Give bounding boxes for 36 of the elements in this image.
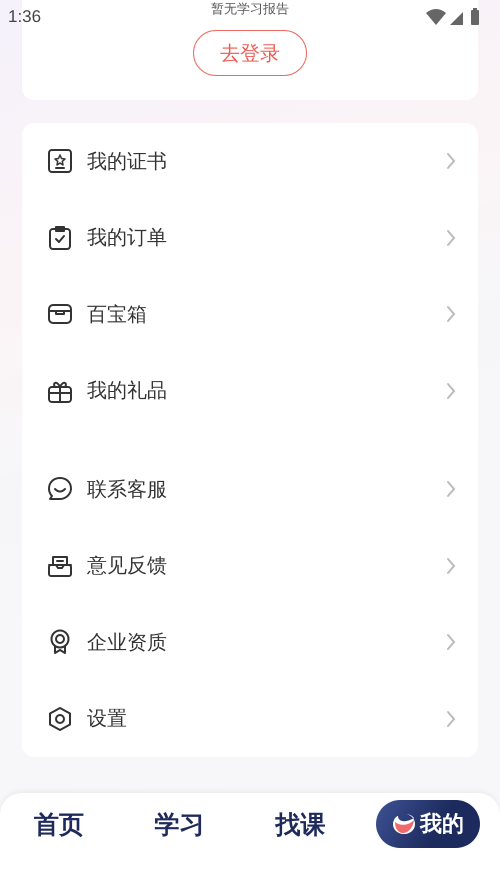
chevron-icon: [446, 382, 456, 400]
report-text: 暂无学习报告: [211, 2, 289, 18]
chat-icon: [47, 476, 73, 502]
chevron-icon: [446, 152, 456, 170]
chevron-icon: [446, 556, 456, 575]
menu-item[interactable]: 我的证书: [22, 123, 478, 200]
nav-tab[interactable]: 首页: [14, 800, 104, 848]
chevron-icon: [446, 228, 456, 247]
status-icons: [426, 8, 482, 26]
menu-label: 我的礼品: [87, 377, 168, 404]
menu-item[interactable]: 设置: [22, 680, 478, 757]
chevron-icon: [446, 633, 456, 652]
menu-item[interactable]: 联系客服: [22, 451, 478, 528]
status-time: 1:36: [8, 7, 42, 27]
certificate-icon: [47, 148, 73, 174]
nav-tab[interactable]: 我的: [376, 800, 480, 848]
nav-tab[interactable]: 找课: [255, 800, 346, 848]
menu-item[interactable]: 企业资质: [22, 604, 478, 680]
chevron-icon: [446, 710, 456, 728]
menu-label: 企业资质: [87, 628, 168, 656]
chevron-icon: [446, 480, 456, 498]
menu-item[interactable]: 意见反馈: [22, 528, 478, 604]
menu-label: 联系客服: [87, 476, 168, 503]
nav-tab[interactable]: 学习: [134, 800, 225, 848]
menu-label: 百宝箱: [87, 300, 148, 328]
menu-label: 设置: [87, 705, 128, 732]
menu-label: 意见反馈: [87, 552, 168, 580]
logo-icon: [392, 813, 416, 835]
menu-label: 我的证书: [87, 148, 168, 175]
menu-item[interactable]: 我的礼品: [22, 352, 478, 429]
clipboard-check-icon: [47, 224, 73, 251]
menu-item[interactable]: 百宝箱: [22, 276, 478, 352]
menu-label: 我的订单: [87, 224, 168, 252]
chevron-icon: [446, 305, 456, 324]
settings-icon: [47, 706, 73, 732]
menu-item[interactable]: 我的订单: [22, 200, 478, 276]
